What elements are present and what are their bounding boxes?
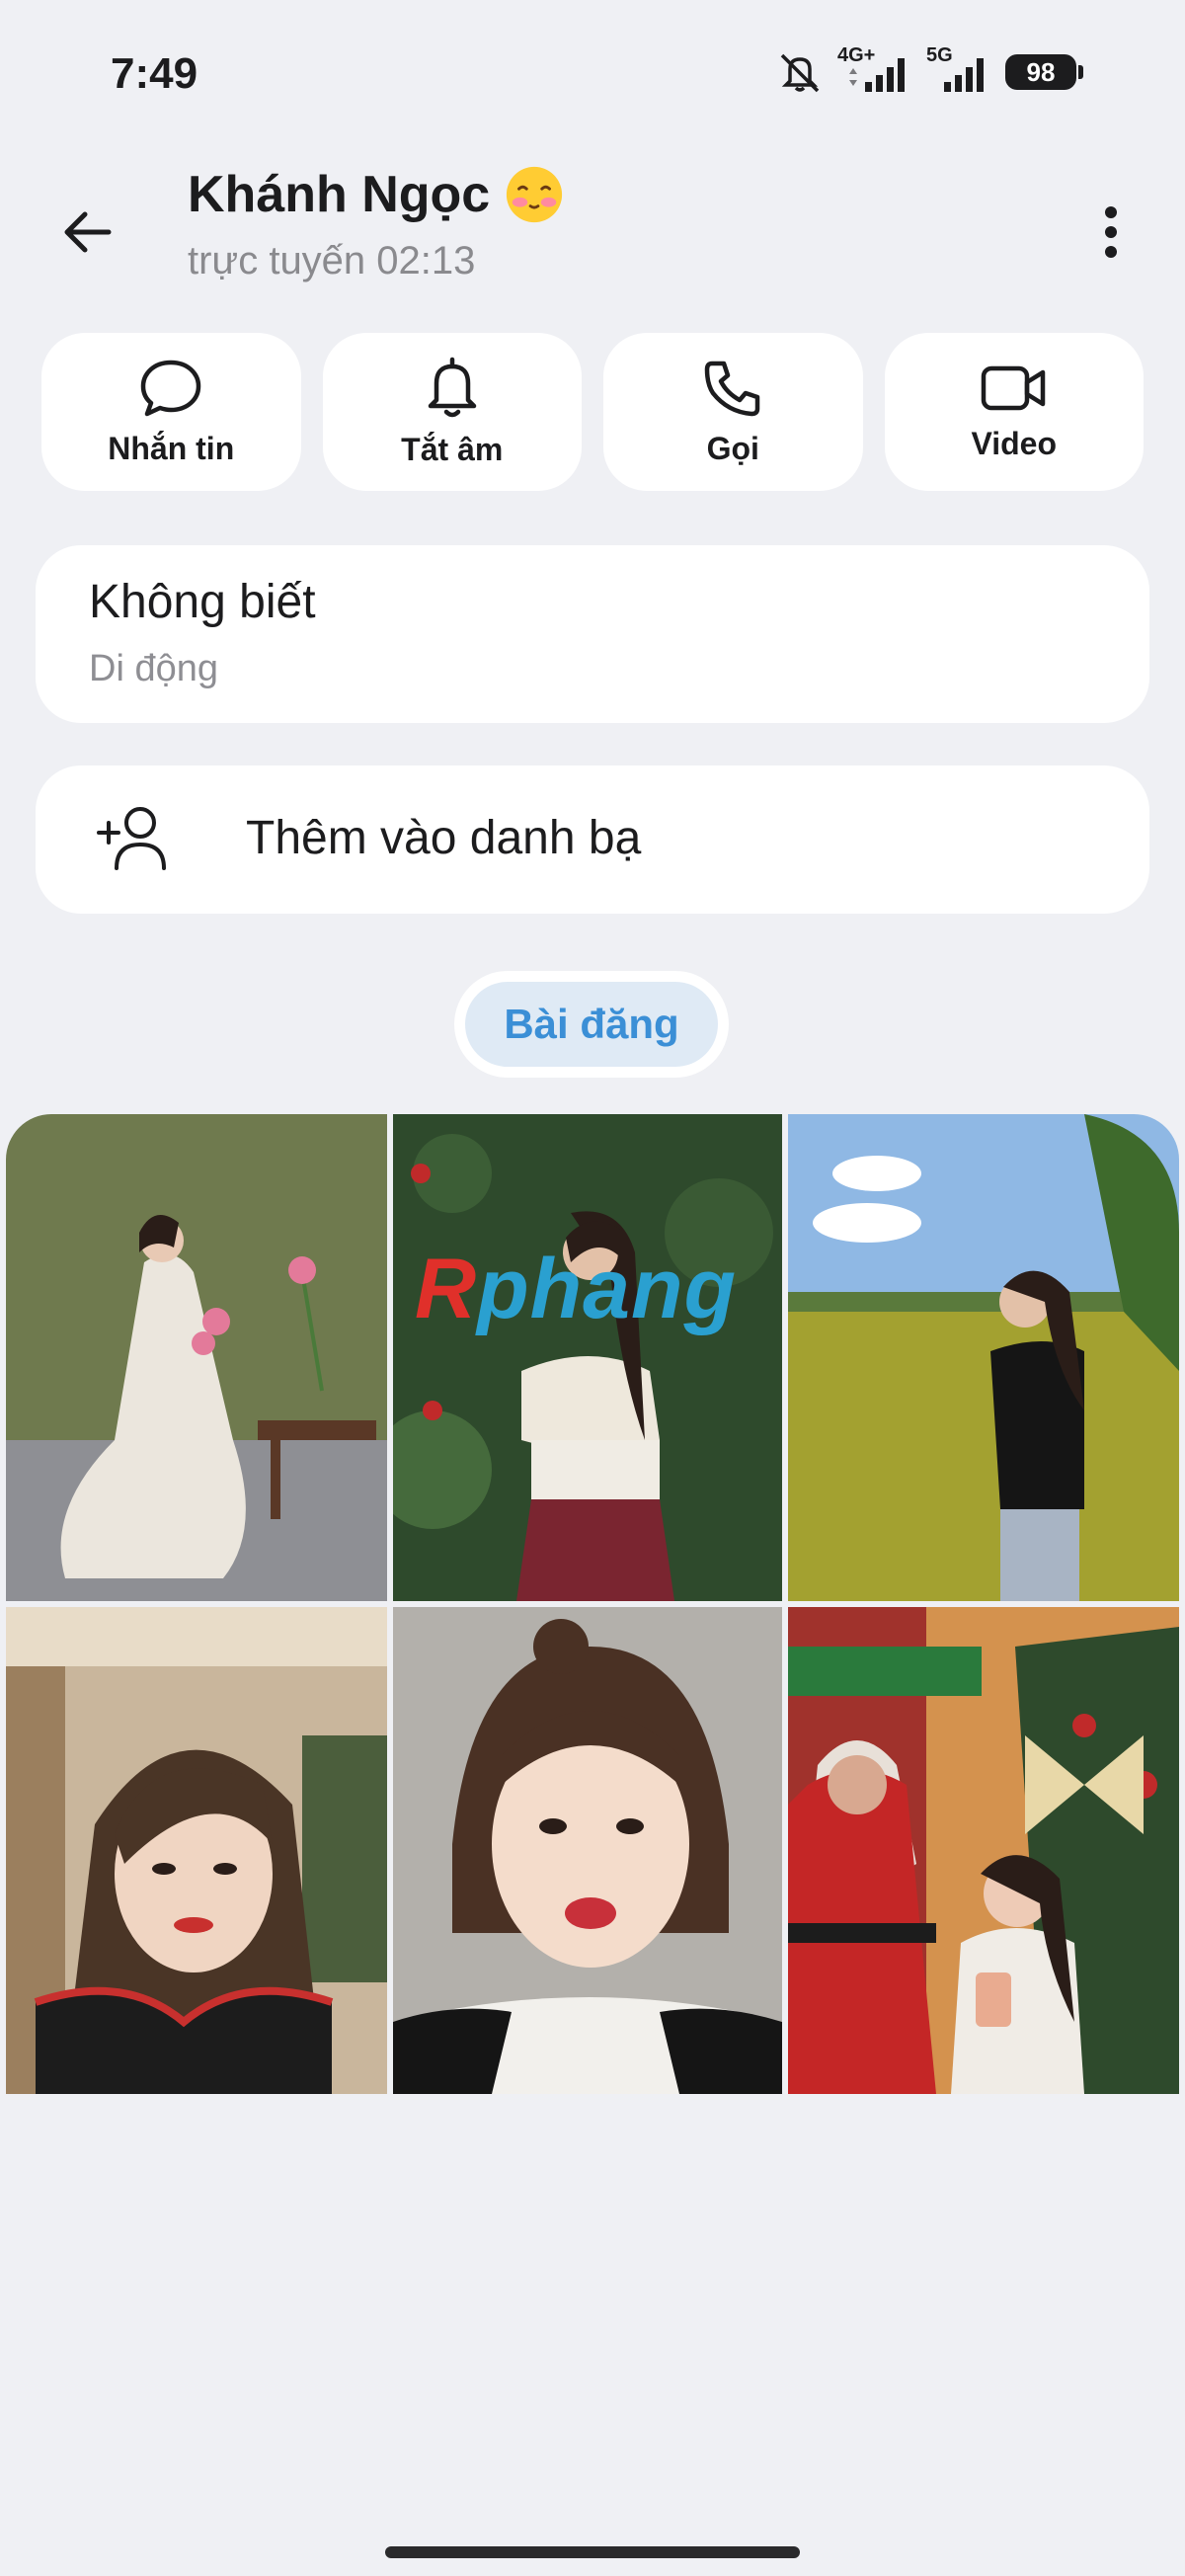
post-photo[interactable] [6, 1114, 387, 1601]
post-photo[interactable] [788, 1607, 1179, 2094]
post-photo[interactable] [393, 1607, 782, 2094]
add-to-contacts-button[interactable]: Thêm vào danh bạ [36, 765, 1149, 914]
status-bar: 7:49 4G+ 5G 98 [0, 0, 1185, 148]
message-bubble-icon [141, 360, 201, 416]
post-photo[interactable] [788, 1114, 1179, 1601]
contact-name: Khánh Ngọc [188, 166, 491, 223]
phone-icon [705, 361, 760, 416]
blushing-face-emoji [507, 166, 563, 223]
signal-5g-icon: 5G [926, 44, 991, 96]
message-button-label: Nhắn tin [108, 430, 235, 466]
mute-button-label: Tắt âm [401, 431, 504, 467]
photo-woman-closeup [393, 1607, 782, 2094]
tabs-bar: Bài đăng [454, 971, 729, 1078]
photo-woman-santa-claus [788, 1607, 1179, 2094]
back-button[interactable] [44, 193, 128, 272]
quick-actions: Nhắn tin Tắt âm Gọi Video [41, 333, 1144, 491]
contact-title[interactable]: Khánh Ngọc [188, 164, 565, 225]
video-call-button[interactable]: Video [884, 333, 1144, 491]
watermark-r: R [415, 1242, 478, 1336]
video-call-button-label: Video [971, 425, 1058, 461]
tab-posts[interactable]: Bài đăng [465, 982, 718, 1067]
phone-number-value: Không biết [89, 576, 316, 628]
post-photo[interactable]: Rphang [393, 1114, 782, 1601]
status-time: 7:49 [111, 49, 198, 98]
message-button[interactable]: Nhắn tin [41, 333, 301, 491]
photo-woman-white-dress [6, 1114, 387, 1601]
photo-woman-rice-field [788, 1114, 1179, 1601]
bell-icon [428, 357, 476, 417]
video-camera-icon [981, 365, 1045, 410]
battery-level: 98 [1026, 56, 1056, 87]
more-options-button[interactable] [1076, 193, 1146, 272]
signal-4g-icon: 4G+ [837, 44, 912, 96]
add-person-icon [97, 807, 166, 870]
home-indicator[interactable] [385, 2546, 800, 2558]
more-vertical-icon [1105, 206, 1117, 258]
back-arrow-icon [64, 211, 111, 253]
add-to-contacts-label: Thêm vào danh bạ [246, 812, 642, 864]
post-photo[interactable] [6, 1607, 387, 2094]
status-icons: 4G+ 5G 98 [776, 44, 1083, 97]
phone-number-type: Di động [89, 648, 218, 689]
photo-woman-selfie-restaurant [6, 1607, 387, 2094]
battery-icon: 98 [1005, 54, 1083, 90]
call-button[interactable]: Gọi [603, 333, 863, 491]
mute-button[interactable]: Tắt âm [322, 333, 582, 491]
posts-grid: Rphang [6, 1114, 1179, 2096]
chat-header: Khánh Ngọc trực tuyến 02:13 [0, 148, 1185, 296]
watermark: Rphang [415, 1241, 737, 1338]
call-button-label: Gọi [706, 430, 759, 466]
mute-icon [776, 51, 824, 93]
contact-last-seen: trực tuyến 02:13 [188, 239, 476, 282]
watermark-text: phang [477, 1242, 738, 1336]
photo-woman-christmas-tree [393, 1114, 782, 1601]
phone-number-card[interactable]: Không biết Di động [36, 545, 1149, 723]
